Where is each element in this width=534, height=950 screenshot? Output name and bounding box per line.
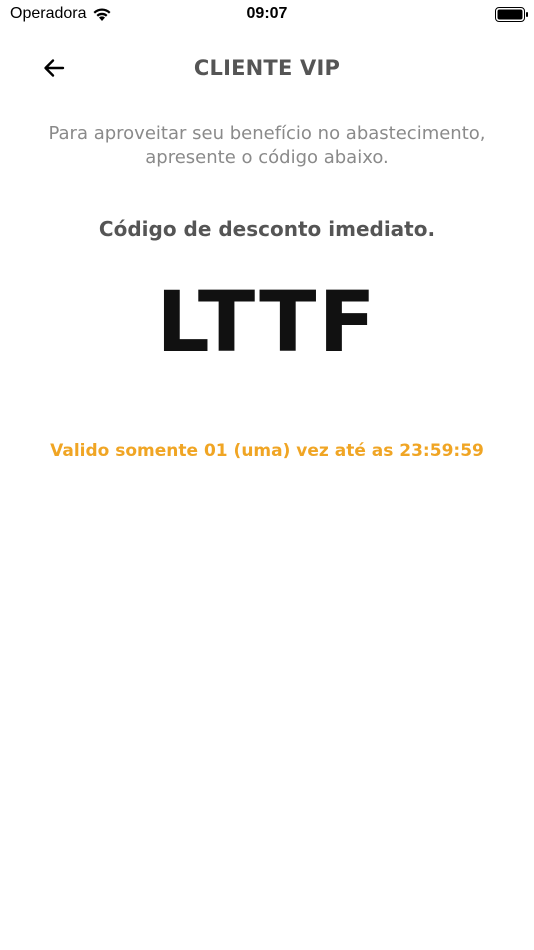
validity-notice: Valido somente 01 (uma) vez até as 23:59… [50, 441, 484, 461]
intro-line-2: apresente o código abaixo. [145, 147, 389, 168]
battery-icon [495, 7, 529, 22]
status-bar: Operadora 09:07 [0, 0, 534, 30]
intro-line-1: Para aproveitar seu benefício no abastec… [48, 123, 486, 144]
status-time: 09:07 [246, 5, 288, 22]
page-title: CLIENTE VIP [193, 56, 341, 80]
intro-text: Para aproveitar seu benefício no abastec… [30, 122, 504, 170]
discount-code-heading: Código de desconto imediato. [98, 217, 436, 241]
header: CLIENTE VIP [0, 44, 534, 94]
discount-code: LTTF [156, 273, 378, 371]
